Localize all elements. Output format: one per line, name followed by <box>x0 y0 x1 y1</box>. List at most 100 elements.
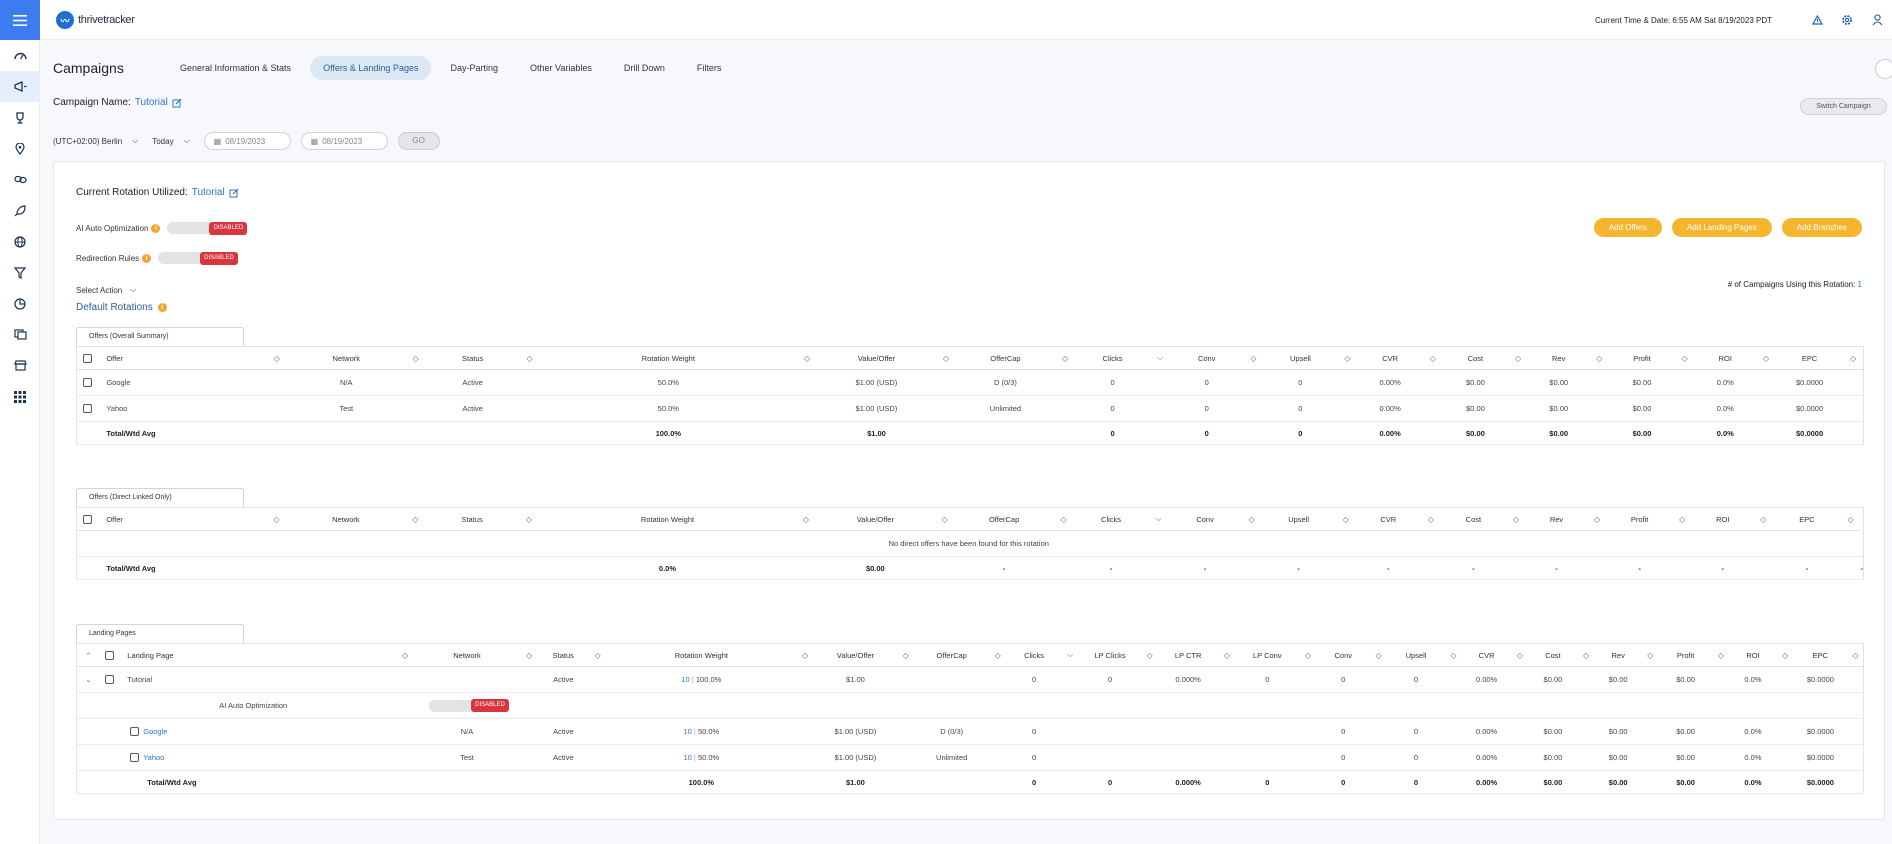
column-header[interactable]: Clicks <box>1073 507 1149 531</box>
chevron-down-icon[interactable]: ⌵ <box>1067 650 1073 659</box>
redirection-rules-toggle[interactable]: DISABLED <box>158 251 238 265</box>
date-to-input[interactable]: ▦ 08/19/2023 <box>300 132 388 150</box>
ai-optimization-toggle[interactable]: DISABLED <box>167 221 248 235</box>
sort-icon[interactable]: ◇ <box>1853 651 1859 660</box>
sidebar-item-apps[interactable] <box>0 381 40 412</box>
column-header[interactable]: Status <box>425 507 520 531</box>
column-header[interactable]: Value/Offer <box>812 643 899 667</box>
sort-icon[interactable]: ◇ <box>1760 515 1766 524</box>
sort-icon[interactable]: ◇ <box>1428 515 1434 524</box>
column-header[interactable]: Rev <box>1527 346 1590 370</box>
weight-number[interactable]: 10 <box>683 753 691 762</box>
select-all-checkbox[interactable] <box>83 514 93 524</box>
sort-icon[interactable]: ◇ <box>412 515 418 524</box>
column-header[interactable]: Cost <box>1527 643 1579 667</box>
offer-link[interactable]: Google <box>98 369 287 396</box>
sort-icon[interactable]: ◇ <box>903 651 909 660</box>
column-header[interactable]: Network <box>286 346 406 370</box>
sidebar-item-launch[interactable] <box>0 195 40 226</box>
column-header[interactable]: Landing Page <box>119 643 398 667</box>
sort-icon[interactable]: ◇ <box>995 651 1001 660</box>
offers-direct-tab[interactable]: Offers (Direct Linked Only) <box>76 488 244 507</box>
sort-icon[interactable]: ◇ <box>1682 354 1688 363</box>
offers-summary-tab[interactable]: Offers (Overall Summary) <box>76 327 244 346</box>
sidebar-item-trophy[interactable] <box>0 102 40 133</box>
info-icon[interactable]: i <box>157 303 167 312</box>
sort-icon[interactable]: ◇ <box>803 515 809 524</box>
column-header[interactable]: Rotation Weight <box>539 346 798 370</box>
sort-icon[interactable]: ◇ <box>1850 354 1856 363</box>
info-icon[interactable]: i <box>151 223 161 233</box>
refresh-icon[interactable] <box>1875 59 1892 79</box>
tab-other-variables[interactable]: Other Variables <box>517 56 605 80</box>
sidebar-item-funnel[interactable] <box>0 257 40 288</box>
landing-page-link[interactable]: Tutorial <box>119 666 398 693</box>
sidebar-item-reports[interactable] <box>0 319 40 350</box>
column-header[interactable]: Status <box>425 346 520 370</box>
column-header[interactable]: Conv <box>1170 346 1244 370</box>
row-checkbox[interactable] <box>83 404 93 414</box>
date-range-select[interactable]: Today ⌵ <box>152 136 189 146</box>
column-header[interactable]: Upsell <box>1386 643 1446 667</box>
switch-campaign-button[interactable]: Switch Campaign <box>1800 98 1887 115</box>
sidebar-item-traffic[interactable] <box>0 226 40 257</box>
column-header[interactable]: Rev <box>1593 643 1643 667</box>
campaign-name-link[interactable]: Tutorial <box>135 97 168 108</box>
date-from-input[interactable]: ▦ 08/19/2023 <box>203 132 291 150</box>
sort-icon[interactable]: ◇ <box>274 354 280 363</box>
tab-offers-landing-pages[interactable]: Offers & Landing Pages <box>310 56 432 80</box>
landing-pages-tab[interactable]: Landing Pages <box>76 624 244 643</box>
sidebar-item-dashboard[interactable] <box>0 40 40 71</box>
chevron-down-icon[interactable]: ⌵ <box>1157 353 1163 362</box>
tab-general-information[interactable]: General Information & Stats <box>167 56 304 80</box>
column-header[interactable]: Offer <box>98 346 267 370</box>
sort-icon[interactable]: ◇ <box>802 651 808 660</box>
sort-icon[interactable]: ◇ <box>1450 651 1456 660</box>
user-account-icon[interactable] <box>1862 0 1892 40</box>
campaigns-using-count[interactable]: 1 <box>1858 280 1862 289</box>
column-header[interactable]: Profit <box>1606 507 1673 531</box>
sort-icon[interactable]: ◇ <box>1513 515 1519 524</box>
tab-filters[interactable]: Filters <box>684 56 735 80</box>
column-header[interactable]: Rotation Weight <box>605 643 798 667</box>
column-header[interactable]: Cost <box>1440 507 1507 531</box>
sort-icon[interactable]: ◇ <box>1343 515 1349 524</box>
edit-icon[interactable] <box>229 188 239 198</box>
column-header[interactable]: LP CTR <box>1157 643 1220 667</box>
add-offers-button[interactable]: Add Offers <box>1593 218 1662 237</box>
column-header[interactable]: ROI <box>1692 507 1754 531</box>
chevron-down-icon[interactable]: ⌵ <box>1156 514 1162 523</box>
sort-icon[interactable]: ◇ <box>1718 651 1724 660</box>
column-header[interactable]: EPC <box>1773 507 1841 531</box>
column-header[interactable]: LP Clicks <box>1077 643 1143 667</box>
column-header[interactable]: Clicks <box>1005 643 1063 667</box>
column-header[interactable]: Network <box>412 643 522 667</box>
sidebar-item-location[interactable] <box>0 133 40 164</box>
sort-icon[interactable]: ◇ <box>402 651 408 660</box>
sidebar-item-reports-pie[interactable] <box>0 288 40 319</box>
rotation-name-link[interactable]: Tutorial <box>192 187 225 198</box>
sort-icon[interactable]: ◇ <box>1147 651 1153 660</box>
column-header[interactable]: Status <box>536 643 591 667</box>
sort-icon[interactable]: ◇ <box>942 515 948 524</box>
column-header[interactable]: CVR <box>1460 643 1513 667</box>
info-icon[interactable]: i <box>142 253 152 263</box>
sort-icon[interactable]: ◇ <box>1763 354 1769 363</box>
column-header[interactable]: Network <box>286 507 406 531</box>
expand-row-icon[interactable]: ⌄ <box>85 675 91 684</box>
column-header[interactable]: Profit <box>1657 643 1714 667</box>
sort-icon[interactable]: ◇ <box>274 515 280 524</box>
sort-icon[interactable]: ◇ <box>1679 515 1685 524</box>
column-header[interactable]: Cost <box>1442 346 1509 370</box>
sort-icon[interactable]: ◇ <box>1344 354 1350 363</box>
collapse-all-icon[interactable]: ⌃ <box>85 651 91 660</box>
column-header[interactable]: Clicks <box>1074 346 1151 370</box>
sort-icon[interactable]: ◇ <box>1583 651 1589 660</box>
sort-icon[interactable]: ◇ <box>1249 515 1255 524</box>
column-header[interactable]: Value/Offer <box>816 346 937 370</box>
sort-icon[interactable]: ◇ <box>943 354 949 363</box>
sort-icon[interactable]: ◇ <box>1515 354 1521 363</box>
tab-drill-down[interactable]: Drill Down <box>611 56 678 80</box>
weight-number[interactable]: 10 <box>681 675 689 684</box>
tab-day-parting[interactable]: Day-Parting <box>437 56 511 80</box>
